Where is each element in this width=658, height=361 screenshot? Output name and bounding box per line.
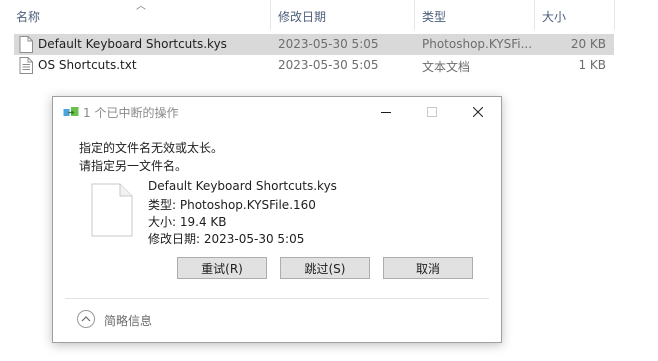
file-move-icon (63, 107, 79, 116)
column-divider[interactable] (270, 0, 271, 30)
chevron-up-icon (77, 310, 95, 328)
file-info-size: 大小: 19.4 KB (148, 215, 227, 229)
file-size: 20 KB (570, 37, 606, 51)
file-row[interactable]: OS Shortcuts.txt 2023-05-30 5:05 文本文档 1 … (14, 55, 614, 76)
column-divider[interactable] (534, 0, 535, 30)
column-header-size[interactable]: 大小 (542, 8, 566, 24)
retry-button[interactable]: 重试(R) (177, 257, 267, 279)
file-icon (19, 36, 33, 53)
error-message: 指定的文件名无效或太长。 (79, 141, 224, 155)
dialog-divider (65, 298, 489, 299)
column-header-type[interactable]: 类型 (422, 8, 446, 24)
file-info-name: Default Keyboard Shortcuts.kys (148, 179, 337, 193)
close-button[interactable] (455, 97, 501, 127)
cancel-button[interactable]: 取消 (383, 257, 473, 279)
column-header-name[interactable]: 名称 (16, 8, 40, 24)
file-date: 2023-05-30 5:05 (278, 58, 379, 72)
error-hint: 请指定另一文件名。 (79, 159, 188, 173)
close-icon (473, 107, 483, 117)
file-info-type: 类型: Photoshop.KYSFile.160 (148, 198, 316, 212)
column-header-date[interactable]: 修改日期 (278, 8, 326, 24)
column-divider[interactable] (614, 0, 615, 30)
text-file-icon (19, 57, 33, 74)
file-name: OS Shortcuts.txt (38, 58, 137, 72)
minimize-icon (381, 112, 391, 113)
skip-button[interactable]: 跳过(S) (280, 257, 370, 279)
maximize-button (409, 97, 455, 127)
sort-caret-up-icon: ︿ (136, 1, 146, 12)
interrupted-operation-dialog: 1 个已中断的操作 指定的文件名无效或太长。 请指定另一文件名。 Default… (52, 96, 502, 343)
details-label: 简略信息 (104, 314, 153, 328)
file-info-date: 修改日期: 2023-05-30 5:05 (148, 232, 305, 246)
column-divider[interactable] (414, 0, 415, 30)
file-name: Default Keyboard Shortcuts.kys (38, 37, 227, 51)
maximize-icon (427, 107, 437, 117)
column-header-bar: ︿ 名称 修改日期 类型 大小 (0, 0, 658, 30)
dialog-titlebar[interactable]: 1 个已中断的操作 (53, 97, 501, 127)
minimize-button[interactable] (363, 97, 409, 127)
file-type: 文本文档 (422, 60, 471, 74)
file-row[interactable]: Default Keyboard Shortcuts.kys 2023-05-3… (14, 34, 614, 55)
file-type: Photoshop.KYSFi... (422, 37, 533, 51)
file-date: 2023-05-30 5:05 (278, 37, 379, 51)
dialog-title: 1 个已中断的操作 (83, 106, 179, 120)
file-size: 1 KB (578, 58, 606, 72)
document-icon (91, 183, 133, 237)
